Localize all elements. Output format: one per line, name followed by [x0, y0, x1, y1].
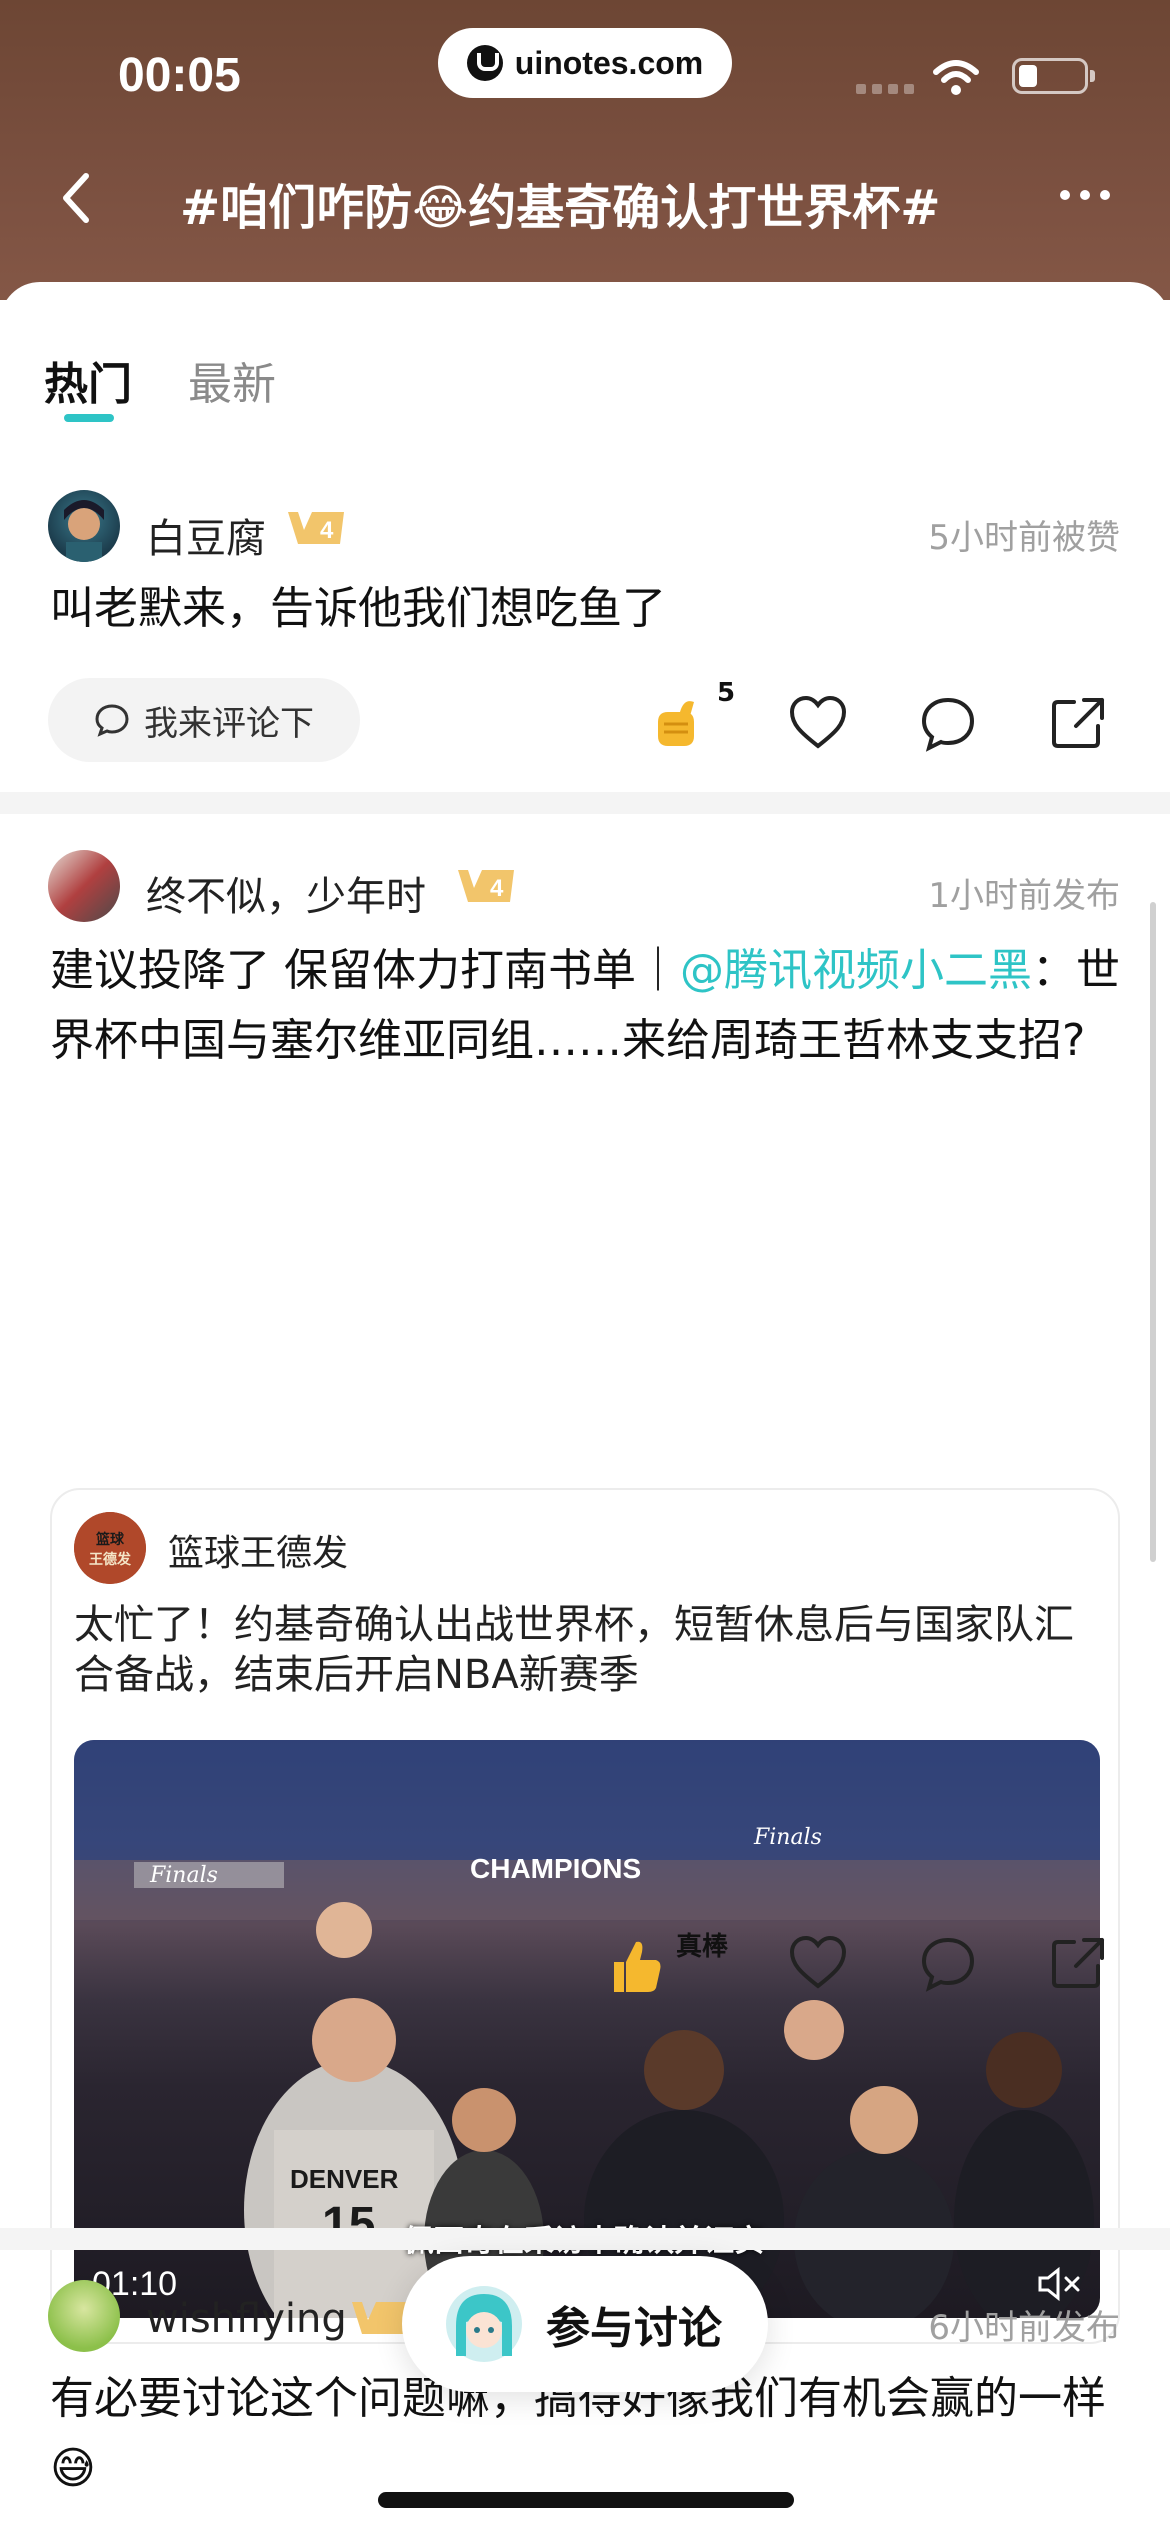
- share-icon[interactable]: [1048, 692, 1108, 752]
- back-button[interactable]: [56, 170, 96, 226]
- tab-latest[interactable]: 最新: [188, 348, 276, 412]
- join-discussion-label: 参与讨论: [546, 2303, 722, 2354]
- home-indicator: [378, 2492, 794, 2508]
- more-button[interactable]: [1060, 190, 1110, 200]
- wifi-icon: [933, 60, 979, 95]
- join-discussion-button[interactable]: 参与讨论: [402, 2256, 768, 2392]
- tab-bar: 热门 最新: [44, 348, 276, 412]
- url-pill: uinotes.com: [438, 28, 732, 98]
- post-time: 1小时前发布: [928, 876, 1120, 916]
- level-badge-icon: 4: [458, 870, 514, 902]
- page-title: #咱们咋防😂约基奇确认打世界杯#: [180, 180, 941, 236]
- signal-icon: [856, 84, 914, 94]
- comment-icon[interactable]: [918, 694, 978, 754]
- post-separator: [0, 792, 1170, 814]
- svg-text:DENVER: DENVER: [290, 2164, 399, 2194]
- url-text: uinotes.com: [514, 44, 704, 81]
- thumbs-emoji-icon[interactable]: [650, 692, 710, 752]
- post-card: 终不似，少年时 4 1小时前发布 建议投降了 保留体力打南书单｜@腾讯视频小二黑…: [0, 842, 1170, 2344]
- svg-text:王德发: 王德发: [89, 1551, 132, 1568]
- mascot-avatar-icon: [446, 2286, 522, 2362]
- post-time: 6小时前发布: [928, 2308, 1120, 2348]
- battery-icon: [1012, 58, 1095, 94]
- level-badge-icon: 4: [288, 512, 344, 544]
- quoted-post-card[interactable]: 篮球 王德发 篮球王德发 太忙了！约基奇确认出战世界杯，短暂休息后与国家队汇合备…: [50, 1488, 1120, 2344]
- avatar[interactable]: [48, 2280, 120, 2352]
- post-text: 叫老默来，告诉他我们想吃鱼了: [50, 583, 666, 634]
- svg-text:篮球: 篮球: [95, 1531, 125, 1548]
- svg-text:Finals: Finals: [149, 1863, 218, 1888]
- comment-input-button[interactable]: 我来评论下: [48, 678, 360, 762]
- author-name[interactable]: 白豆腐: [146, 506, 266, 564]
- post-card: 白豆腐 4 5小时前被赞 叫老默来，告诉他我们想吃鱼了 我来评论下 5: [0, 482, 1170, 772]
- comment-prompt: 我来评论下: [144, 703, 314, 744]
- svg-text:Finals: Finals: [753, 1825, 822, 1850]
- quote-text: 太忙了！约基奇确认出战世界杯，短暂休息后与国家队汇合备战，结束后开启NBA新赛季: [74, 1602, 1074, 1698]
- content-sheet: 热门 最新 白豆腐 4 5小时前被赞 叫老默来，告诉他我们想吃鱼了 我来评论下: [0, 282, 1170, 2532]
- post-text: 建议投降了 保留体力打南书单｜@腾讯视频小二黑：世界杯中国与塞尔维亚同组……来给…: [50, 936, 1120, 1076]
- scrollbar[interactable]: [1150, 902, 1156, 1562]
- avatar[interactable]: [48, 490, 120, 562]
- avatar[interactable]: [48, 850, 120, 922]
- tab-hot[interactable]: 热门: [44, 348, 132, 412]
- header: 00:05 uinotes.com #咱们咋防😂约基奇确认打世界杯#: [0, 0, 1170, 300]
- author-name[interactable]: wishflying: [146, 2296, 347, 2342]
- reaction-label: 真棒: [676, 1932, 729, 1962]
- comment-icon[interactable]: [918, 1934, 978, 1994]
- post-time: 5小时前被赞: [928, 518, 1120, 558]
- comment-bubble-icon: [95, 704, 129, 737]
- svg-text:CHAMPIONS: CHAMPIONS: [470, 1853, 641, 1884]
- active-tab-indicator: [64, 414, 114, 422]
- share-icon[interactable]: [1048, 1932, 1108, 1992]
- source-logo: 篮球 王德发: [74, 1512, 146, 1584]
- mention-link[interactable]: @腾讯视频小二黑: [680, 945, 1032, 996]
- like-heart-icon[interactable]: [788, 1934, 848, 1994]
- post-text-lead: 建议投降了 保留体力打南书单｜: [50, 945, 680, 996]
- svg-text:4: 4: [320, 517, 334, 544]
- uinotes-logo-icon: [466, 45, 503, 81]
- svg-text:4: 4: [490, 875, 504, 902]
- author-name[interactable]: 终不似，少年时: [146, 864, 426, 922]
- reaction-count: 5: [717, 678, 736, 708]
- thumbs-up-icon[interactable]: [606, 1936, 666, 1996]
- post-separator: [0, 2228, 1170, 2250]
- like-heart-icon[interactable]: [788, 694, 848, 754]
- status-time: 00:05: [118, 49, 241, 102]
- quote-source-name[interactable]: 篮球王德发: [168, 1524, 348, 1576]
